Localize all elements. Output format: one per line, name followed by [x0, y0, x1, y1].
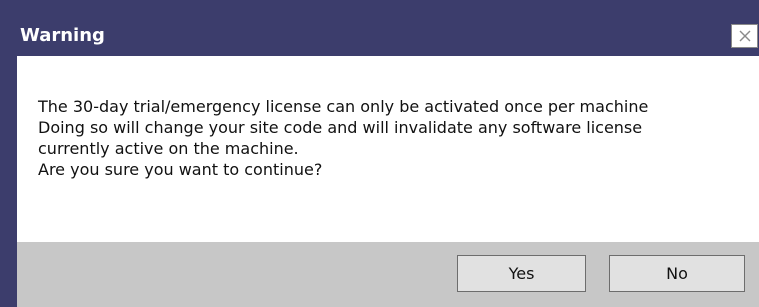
dialog-content: The 30-day trial/emergency license can o… — [17, 56, 759, 242]
message-line: The 30-day trial/emergency license can o… — [38, 97, 649, 116]
close-button[interactable] — [731, 24, 758, 48]
message-line: Are you sure you want to continue? — [38, 160, 323, 179]
dialog-footer: Yes No — [17, 242, 759, 307]
message-line: Doing so will change your site code and … — [38, 118, 643, 137]
yes-button[interactable]: Yes — [457, 255, 586, 292]
title-bar[interactable]: Warning — [0, 0, 759, 56]
no-button[interactable]: No — [609, 255, 745, 292]
message-line: currently active on the machine. — [38, 139, 299, 158]
dialog-title: Warning — [20, 25, 105, 46]
warning-dialog: Warning The 30-day trial/emergency licen… — [0, 0, 759, 307]
warning-message: The 30-day trial/emergency license can o… — [38, 96, 753, 180]
close-icon — [739, 30, 751, 42]
